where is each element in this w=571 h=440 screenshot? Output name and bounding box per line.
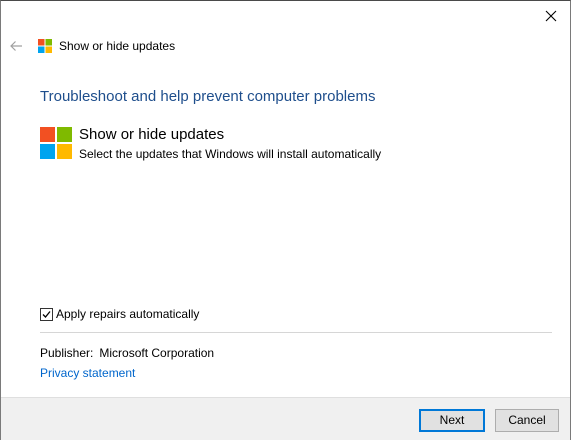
divider <box>40 332 552 333</box>
next-button[interactable]: Next <box>419 409 485 432</box>
windows-logo-icon <box>38 39 52 53</box>
publisher-value: Microsoft Corporation <box>99 346 215 360</box>
apply-repairs-option[interactable]: Apply repairs automatically <box>40 307 199 321</box>
troubleshooter-window: Show or hide updates Troubleshoot and he… <box>0 0 571 440</box>
cancel-button[interactable]: Cancel <box>495 409 559 432</box>
apply-repairs-checkbox[interactable] <box>40 307 53 321</box>
publisher-label: Publisher: <box>40 346 94 360</box>
close-icon <box>545 10 557 22</box>
page-heading: Troubleshoot and help prevent computer p… <box>40 88 376 105</box>
troubleshooter-title: Show or hide updates <box>79 126 225 143</box>
button-bar: Next Cancel <box>1 397 570 440</box>
close-button[interactable] <box>532 1 570 31</box>
troubleshooter-description: Select the updates that Windows will ins… <box>79 147 382 161</box>
publisher-info: Publisher: Microsoft Corporation <box>40 346 214 360</box>
apply-repairs-label[interactable]: Apply repairs automatically <box>56 307 199 321</box>
checkmark-icon <box>42 310 51 318</box>
privacy-statement-link[interactable]: Privacy statement <box>40 366 135 380</box>
windows-logo-icon <box>40 127 72 159</box>
window-title: Show or hide updates <box>59 39 176 53</box>
back-button[interactable] <box>5 35 27 57</box>
back-arrow-icon <box>10 41 22 51</box>
